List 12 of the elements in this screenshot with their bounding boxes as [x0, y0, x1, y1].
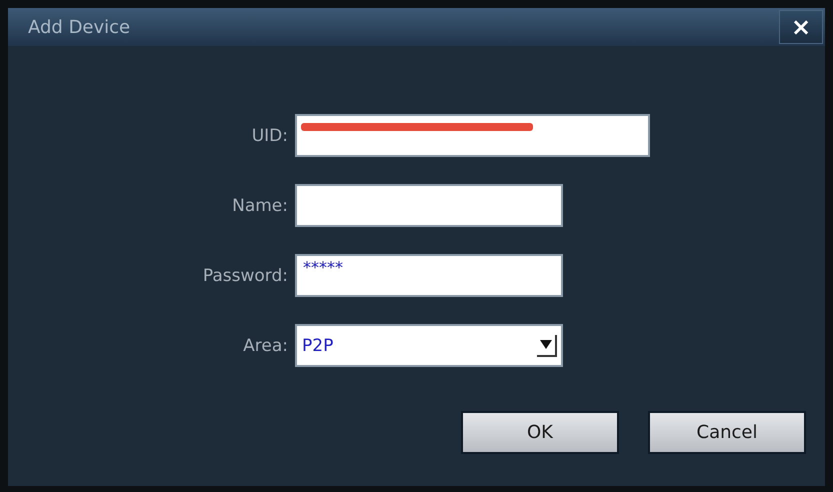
field-label: UID: — [250, 126, 288, 146]
ok-button[interactable]: OK — [461, 411, 619, 454]
field-label: Password: — [202, 266, 288, 286]
cancel-button[interactable]: Cancel — [648, 411, 806, 454]
input-field[interactable] — [295, 184, 563, 227]
dropdown-arrow-icon — [540, 340, 552, 349]
area-dropdown[interactable]: P2P — [295, 324, 563, 367]
close-button[interactable]: × — [779, 10, 823, 44]
field-label: Area: — [242, 336, 288, 356]
input-field[interactable]: ***** — [295, 254, 563, 297]
window-title: Add Device — [28, 16, 130, 38]
field-label: Name: — [231, 196, 288, 216]
